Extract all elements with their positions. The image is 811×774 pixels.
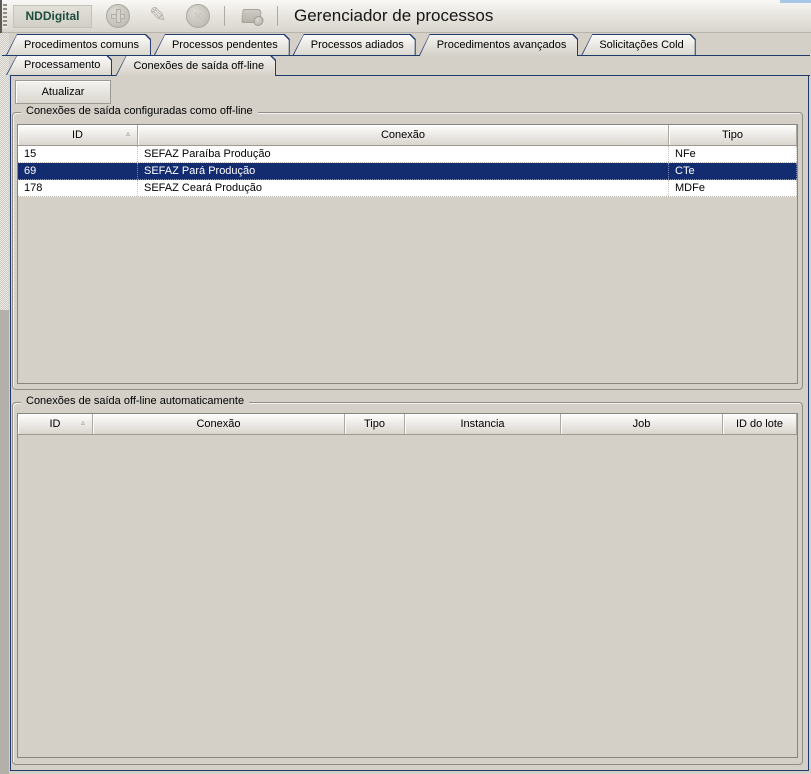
toolbar-gripper[interactable] (3, 4, 7, 28)
pencil-icon: ✎ (149, 3, 167, 27)
tab-processos-pendentes[interactable]: Processos pendentes (154, 34, 290, 55)
column-header-conexao[interactable]: Conexão (93, 414, 345, 434)
column-header-tipo[interactable]: Tipo (345, 414, 405, 434)
tab-conexoes-de-saida-off-line[interactable]: Conexões de saída off-line (115, 55, 276, 76)
tab-label: Processamento (7, 56, 111, 75)
column-label: Tipo (364, 418, 385, 430)
grid-header-row: ID ▵ Conexão Tipo (18, 125, 797, 146)
grid-body: 15 SEFAZ Paraíba Produção NFe 69 SEFAZ Pará … (18, 146, 797, 383)
cell: 69 (18, 163, 138, 179)
refresh-button[interactable]: Atualizar (15, 80, 111, 104)
cell: SEFAZ Ceará Produção (138, 180, 669, 196)
tab-label: Processos pendentes (155, 35, 289, 55)
primary-tab-bar: Procedimentos comuns Processos pendentes P… (6, 34, 699, 55)
toolbar: NDDigital ✎ × Gerenciador de processos (0, 0, 811, 33)
window-title: Gerenciador de processos (294, 6, 494, 25)
edit-button[interactable]: ✎ (144, 2, 172, 30)
process-icon (240, 9, 264, 26)
cell: NFe (669, 146, 797, 162)
tab-procedimentos-avancados[interactable]: Procedimentos avançados (419, 34, 579, 56)
column-label: Tipo (722, 129, 743, 141)
column-label: Conexão (380, 129, 426, 141)
group-automatic-offline: Conexões de saída off-line automaticamen… (12, 395, 803, 765)
cancel-button[interactable]: × (184, 2, 212, 30)
tab-processamento[interactable]: Processamento (6, 55, 112, 75)
column-header-id-do-lote[interactable]: ID do lote (723, 414, 797, 434)
toolbar-separator (224, 6, 225, 26)
column-label: Conexão (196, 418, 241, 430)
table-row[interactable]: 15 SEFAZ Paraíba Produção NFe (18, 146, 797, 163)
sort-asc-icon: ▵ (80, 418, 85, 427)
tab-solicitacoes-cold[interactable]: Solicitações Cold (581, 34, 695, 55)
tab-procedimentos-comuns[interactable]: Procedimentos comuns (6, 34, 151, 55)
background-window-edge (780, 0, 811, 3)
cell: MDFe (669, 180, 797, 196)
cell: 178 (18, 180, 138, 196)
dock-strip (0, 33, 9, 774)
column-label: Instancia (460, 418, 505, 430)
grid-header-row: ID ▵ Conexão Tipo Instancia Job ID do lote (18, 414, 797, 435)
column-label: ID do lote (735, 418, 784, 430)
tab-page-conexoes-offline: Atualizar Conexões de saída configuradas… (10, 76, 809, 771)
column-header-tipo[interactable]: Tipo (669, 125, 797, 145)
column-label: ID (49, 418, 61, 430)
group-configured-offline: Conexões de saída configuradas como off-… (12, 105, 803, 390)
cell: 15 (18, 146, 138, 162)
column-header-id[interactable]: ID ▵ (18, 414, 93, 434)
table-row[interactable]: 69 SEFAZ Pará Produção CTe (18, 163, 797, 180)
tab-processos-adiados[interactable]: Processos adiados (293, 34, 416, 55)
nddigital-menu-button[interactable]: NDDigital (13, 4, 92, 28)
secondary-tab-bar: Processamento Conexões de saída off-line (6, 55, 279, 75)
cell: SEFAZ Pará Produção (138, 163, 669, 179)
add-icon (106, 4, 130, 28)
group-title: Conexões de saída off-line automaticamen… (21, 395, 250, 407)
column-header-conexao[interactable]: Conexão (138, 125, 669, 145)
process-button[interactable] (237, 2, 265, 30)
cancel-icon: × (186, 4, 210, 28)
add-button[interactable] (104, 2, 132, 30)
cell: CTe (669, 163, 797, 179)
sort-asc-icon: ▵ (125, 129, 130, 138)
tab-label: Solicitações Cold (582, 35, 694, 55)
column-header-job[interactable]: Job (561, 414, 723, 434)
application-window: NDDigital ✎ × Gerenciador de processos P… (0, 0, 811, 774)
column-header-id[interactable]: ID ▵ (18, 125, 138, 145)
tab-label: Procedimentos avançados (420, 35, 578, 56)
toolbar-separator (277, 6, 278, 26)
grid-body (18, 435, 797, 757)
column-header-instancia[interactable]: Instancia (405, 414, 561, 434)
window-edge (0, 0, 2, 33)
automatic-offline-grid: ID ▵ Conexão Tipo Instancia Job ID do lote (17, 413, 798, 758)
column-label: Job (632, 418, 651, 430)
configured-offline-grid: ID ▵ Conexão Tipo 15 SEFAZ Paraíba Produção NF… (17, 124, 798, 384)
tab-label: Procedimentos comuns (7, 35, 150, 55)
tab-label: Conexões de saída off-line (116, 56, 275, 76)
table-row[interactable]: 178 SEFAZ Ceará Produção MDFe (18, 180, 797, 197)
badge-icon (252, 16, 264, 26)
group-title: Conexões de saída configuradas como off-… (21, 105, 258, 117)
column-label: ID (72, 129, 83, 141)
tab-label: Processos adiados (294, 35, 415, 55)
cell: SEFAZ Paraíba Produção (138, 146, 669, 162)
